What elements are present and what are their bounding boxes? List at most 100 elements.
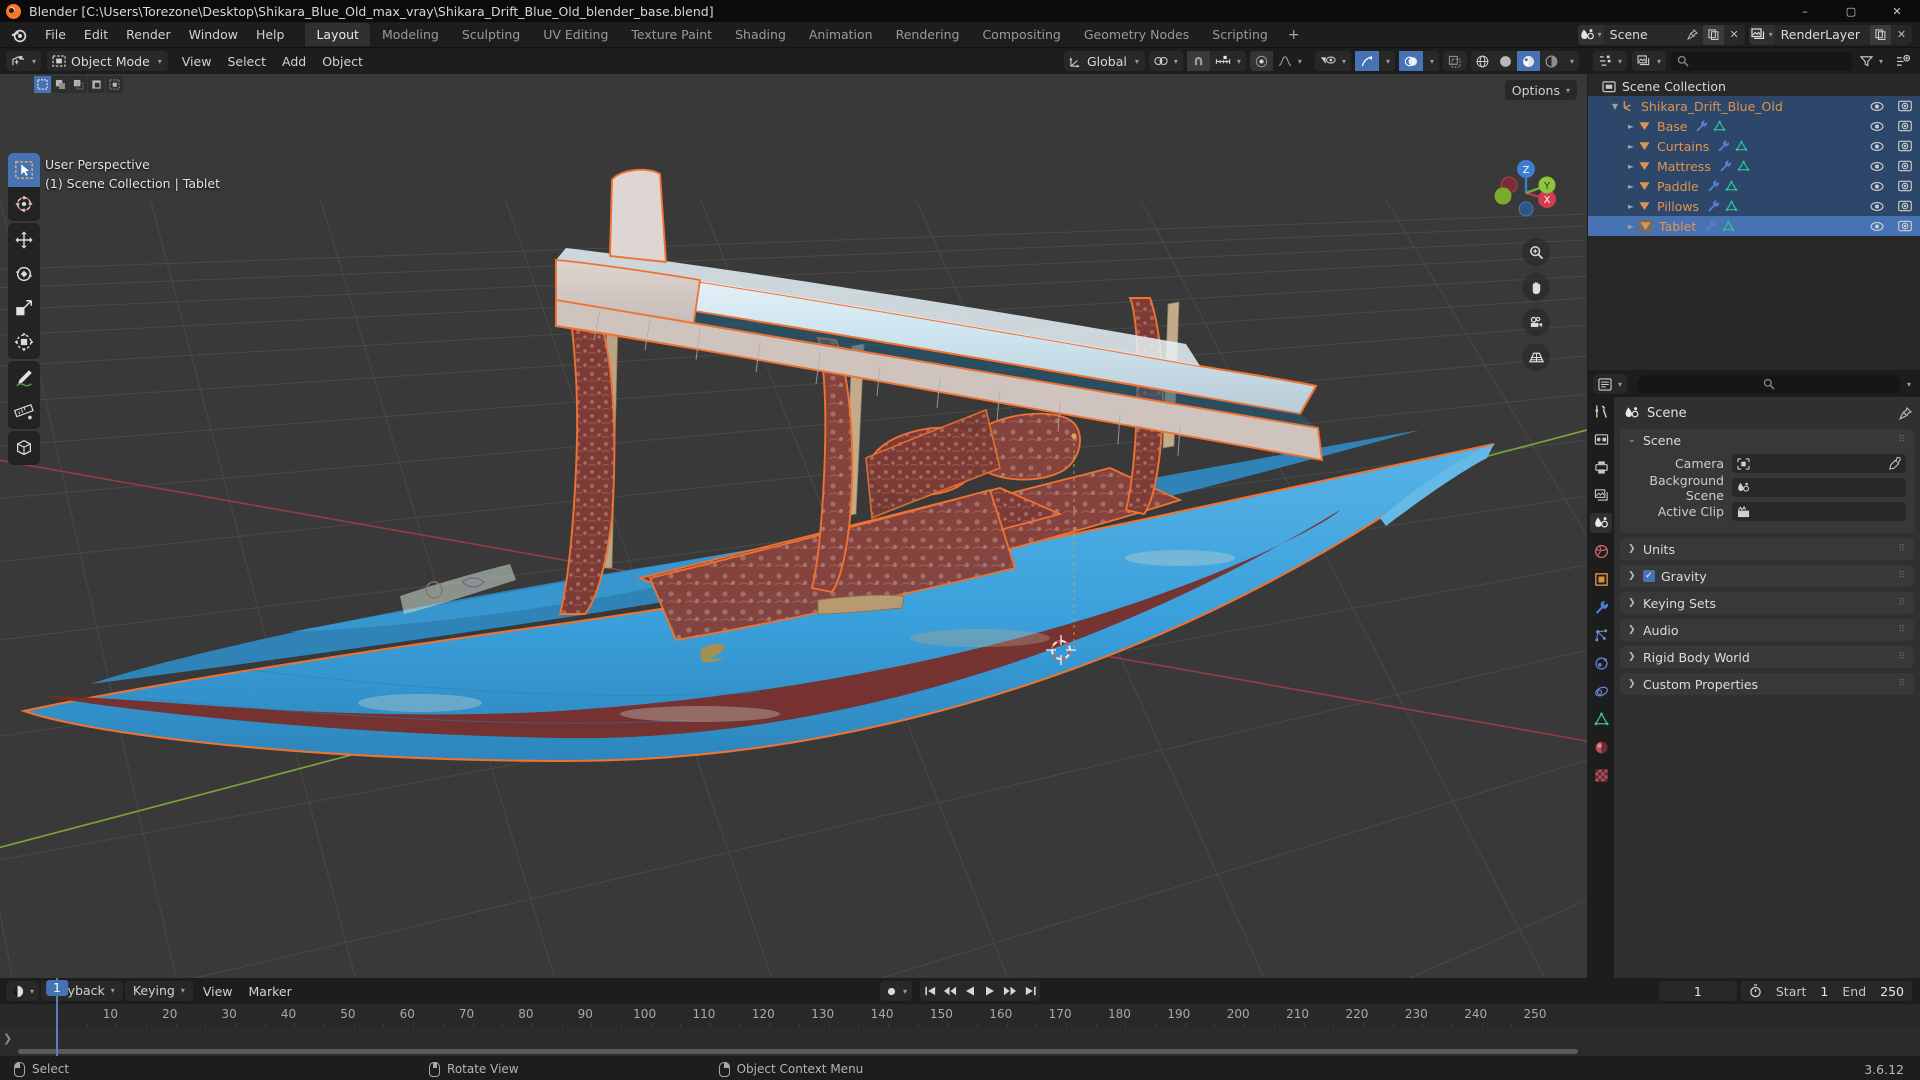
scene-selector[interactable]: ▾ Scene ✕ [1577, 24, 1745, 45]
disclosure-triangle-icon[interactable]: ► [1624, 142, 1638, 151]
delete-scene-button[interactable]: ✕ [1724, 25, 1745, 45]
object-mode-selector[interactable]: Object Mode ▾ [47, 51, 168, 71]
transform-tool[interactable] [8, 325, 40, 359]
modifier-tab[interactable] [1590, 597, 1612, 617]
minimize-button[interactable]: – [1782, 0, 1828, 22]
outliner-row-base[interactable]: ► Base [1588, 116, 1920, 136]
workspace-tab-scripting[interactable]: Scripting [1201, 23, 1279, 46]
shading-modes-group[interactable]: ▾ [1470, 51, 1579, 71]
camera-icon[interactable] [1898, 140, 1912, 152]
output-tab[interactable] [1590, 457, 1612, 477]
material-tab[interactable] [1590, 737, 1612, 757]
snapping-group[interactable]: ▾ [1186, 51, 1246, 71]
snap-increment-icon[interactable]: ▾ [1210, 51, 1246, 71]
eye-icon[interactable] [1870, 201, 1884, 212]
mesh-data-icon[interactable] [1713, 120, 1726, 132]
timeline-menu-view[interactable]: View [195, 981, 241, 1002]
eye-icon[interactable] [1870, 141, 1884, 152]
toggle-xray-icon[interactable] [1443, 51, 1467, 71]
viewport-menu-select[interactable]: Select [219, 51, 274, 72]
view-object-types-group[interactable]: ▾ [1314, 51, 1351, 71]
view-layer-name[interactable]: RenderLayer [1775, 27, 1870, 42]
menu-help[interactable]: Help [247, 24, 294, 45]
disclosure-triangle-icon[interactable]: ► [1624, 122, 1638, 131]
tweak-select-box-tool[interactable] [8, 153, 40, 187]
scale-tool[interactable] [8, 291, 40, 325]
viewport-navigation-buttons[interactable] [1522, 238, 1550, 371]
camera-icon[interactable] [1898, 160, 1912, 172]
camera-icon[interactable] [1898, 120, 1912, 132]
panel-grip-icon[interactable]: ⠿ [1898, 545, 1906, 554]
camera-icon[interactable] [1522, 308, 1550, 336]
outliner-row-toggles[interactable] [1870, 220, 1912, 232]
outliner-search-input[interactable] [1671, 51, 1852, 71]
panel-header[interactable]: ❯ Custom Properties ⠿ [1620, 673, 1914, 695]
editor-type-icon[interactable]: ▾ [6, 51, 41, 71]
mesh-data-icon[interactable] [1735, 140, 1748, 152]
mesh-data-icon[interactable] [1725, 200, 1738, 212]
workspace-tab-geometry-nodes[interactable]: Geometry Nodes [1073, 23, 1200, 46]
select-set-button[interactable] [34, 76, 51, 93]
properties-editor[interactable]: ▾ ▾ Scene ⌄ Scene ⠿ Camera Background Sc… [1588, 371, 1920, 978]
cursor-tool[interactable] [8, 187, 40, 221]
wireframe-shading-icon[interactable] [1471, 51, 1494, 71]
jump-start-icon[interactable] [920, 981, 940, 1001]
tool-tab[interactable] [1590, 401, 1612, 421]
gizmo-group[interactable]: ▾ [1354, 51, 1395, 71]
disclosure-triangle-icon[interactable]: ► [1624, 182, 1638, 191]
select-intersect-button[interactable] [106, 76, 123, 93]
properties-options-chevron-icon[interactable]: ▾ [1907, 380, 1915, 389]
xray-group[interactable] [1442, 51, 1467, 71]
camera-icon[interactable] [1898, 100, 1912, 112]
new-scene-button[interactable] [1702, 24, 1724, 45]
timeline-editor[interactable]: ▾ Playback ▾ Keying ▾ View Marker ▾ 1 St… [0, 978, 1920, 1058]
properties-icon[interactable]: ▾ [1593, 374, 1627, 394]
orientation-label[interactable]: Global [1087, 54, 1133, 69]
property-field-camera[interactable] [1732, 454, 1906, 473]
pivot-point-selector[interactable]: ▾ [1148, 51, 1183, 71]
show-overlays-icon[interactable] [1398, 51, 1423, 71]
maximize-button[interactable]: ▢ [1828, 0, 1874, 22]
timeline-menu-marker[interactable]: Marker [241, 981, 300, 1002]
shading-chevron-icon[interactable]: ▾ [1563, 51, 1579, 71]
pivot-icon[interactable]: ▾ [1149, 51, 1183, 71]
eye-icon[interactable] [1870, 121, 1884, 132]
3d-viewport[interactable]: ▾ Object Mode ▾ View Select Add Object G… [0, 48, 1587, 978]
panel-header[interactable]: ❯ Keying Sets ⠿ [1620, 592, 1914, 614]
delete-view-layer-button[interactable]: ✕ [1891, 25, 1912, 45]
hand-icon[interactable] [1522, 273, 1550, 301]
panel-chevron-icon[interactable]: ❯ [1628, 679, 1637, 689]
workspace-tab-uv-editing[interactable]: UV Editing [532, 23, 619, 46]
camera-icon[interactable] [1898, 220, 1912, 232]
modifier-icon[interactable] [1707, 200, 1720, 212]
panel-chevron-icon[interactable]: ❯ [1628, 544, 1637, 554]
modifier-icon[interactable] [1717, 140, 1730, 152]
texture-tab[interactable] [1590, 765, 1612, 785]
panel-header[interactable]: ❯ ✓ Gravity ⠿ [1620, 565, 1914, 587]
object-tab[interactable] [1590, 569, 1612, 589]
panel-grip-icon[interactable]: ⠿ [1898, 653, 1906, 662]
outliner-row-toggles[interactable] [1870, 160, 1912, 172]
scene-name[interactable]: Scene [1604, 27, 1682, 42]
modifier-icon[interactable] [1719, 160, 1732, 172]
navigation-gizmo[interactable]: Z X Y [1485, 152, 1567, 234]
annotate-tool[interactable] [8, 361, 40, 395]
zoom-icon[interactable] [1522, 238, 1550, 266]
rotate-tool[interactable] [8, 257, 40, 291]
add-cube-tool[interactable] [8, 431, 40, 465]
panel-chevron-icon[interactable]: ❯ [1628, 598, 1637, 608]
panel-chevron-icon[interactable]: ⌄ [1628, 435, 1637, 445]
mesh-data-icon[interactable] [1725, 180, 1738, 192]
next-keyframe-icon[interactable] [1000, 981, 1020, 1001]
modifier-icon[interactable] [1707, 180, 1720, 192]
eye-icon[interactable] [1870, 221, 1884, 232]
constraints-tab[interactable] [1590, 681, 1612, 701]
outliner-row-curtains[interactable]: ► Curtains [1588, 136, 1920, 156]
properties-tab-column[interactable] [1588, 397, 1614, 978]
grid-icon[interactable] [1522, 343, 1550, 371]
menu-file[interactable]: File [36, 24, 75, 45]
properties-content[interactable]: Scene ⌄ Scene ⠿ Camera Background Scene Activ… [1614, 397, 1920, 978]
mesh-data-icon[interactable] [1737, 160, 1750, 172]
disclosure-triangle-icon[interactable]: ► [1624, 222, 1638, 231]
outliner-editor[interactable]: ▾ ▾ ▾ Scene Collection ▼ Shikara_Drift_B… [1588, 48, 1920, 370]
